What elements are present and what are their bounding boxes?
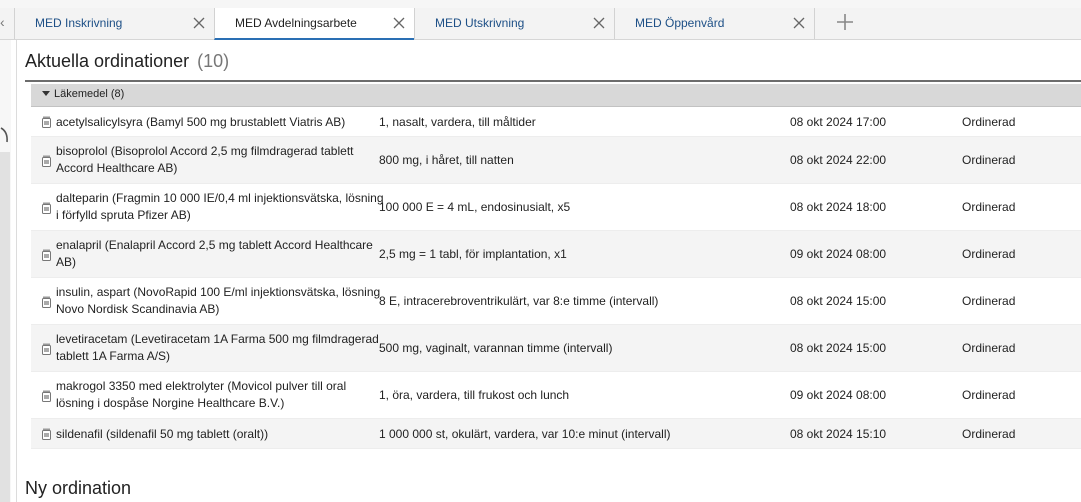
start-time: 09 okt 2024 08:00 [790, 388, 887, 402]
new-order-title: Ny ordination [25, 478, 132, 498]
medication-name: insulin, aspart (NovoRapid 100 E/ml inje… [56, 285, 381, 316]
medication-icon [41, 155, 52, 167]
table-row[interactable]: insulin, aspart (NovoRapid 100 E/ml inje… [31, 278, 1081, 325]
medication-name: dalteparin (Fragmin 10 000 IE/0,4 ml inj… [56, 191, 384, 222]
dosage: 500 mg, vaginalt, varannan timme (interv… [379, 341, 613, 355]
dosage: 100 000 E = 4 mL, endosinusialt, x5 [379, 200, 571, 214]
table-row[interactable]: makrogol 3350 med elektrolyter (Movicol … [31, 372, 1081, 419]
add-tab-button[interactable] [835, 12, 855, 32]
medication-icon [41, 116, 52, 128]
medication-icon [41, 249, 52, 261]
tab-label: MED Öppenvård [635, 16, 725, 30]
close-icon[interactable] [393, 17, 405, 29]
tab-med-oppenvard[interactable]: MED Öppenvård [614, 8, 815, 39]
table-row[interactable]: bisoprolol (Bisoprolol Accord 2,5 mg fil… [31, 137, 1081, 184]
medication-name: makrogol 3350 med elektrolyter (Movicol … [56, 379, 347, 410]
tab-label: MED Avdelningsarbete [235, 16, 357, 30]
start-time: 09 okt 2024 08:00 [790, 247, 887, 261]
collapse-handle-icon [0, 127, 8, 143]
status: Ordinerad [962, 341, 1016, 355]
collapsed-side-panel[interactable] [0, 40, 11, 502]
section-title-text: Aktuella ordinationer [25, 51, 190, 71]
dosage: 1, öra, vardera, till frukost och lunch [379, 388, 570, 402]
medication-name: bisoprolol (Bisoprolol Accord 2,5 mg fil… [56, 144, 354, 175]
start-time: 08 okt 2024 17:00 [790, 115, 887, 129]
medication-icon [41, 390, 52, 402]
section-divider [25, 80, 1081, 82]
dosage: 1 000 000 st, okulärt, vardera, var 10:e… [379, 427, 671, 441]
group-header-lakemedel[interactable]: Läkemedel (8) [31, 84, 1081, 107]
tab-med-utskrivning[interactable]: MED Utskrivning [414, 8, 614, 39]
close-icon[interactable] [193, 17, 205, 29]
status: Ordinerad [962, 153, 1016, 167]
dosage: 800 mg, i håret, till natten [379, 153, 514, 167]
close-icon[interactable] [593, 17, 605, 29]
side-panel-scroll[interactable] [0, 152, 10, 502]
medication-icon [41, 428, 52, 440]
dosage: 8 E, intracerebroventrikulärt, var 8:e t… [379, 294, 659, 308]
table-row[interactable]: sildenafil (sildenafil 50 mg tablett (or… [31, 419, 1081, 449]
start-time: 08 okt 2024 15:10 [790, 427, 887, 441]
table-row[interactable]: enalapril (Enalapril Accord 2,5 mg table… [31, 231, 1081, 278]
table-row[interactable]: levetiracetam (Levetiracetam 1A Farma 50… [31, 325, 1081, 372]
start-time: 08 okt 2024 15:00 [790, 341, 887, 355]
start-time: 08 okt 2024 15:00 [790, 294, 887, 308]
medication-name: acetylsalicylsyra (Bamyl 500 mg brustabl… [56, 115, 346, 129]
table-row[interactable]: dalteparin (Fragmin 10 000 IE/0,4 ml inj… [31, 184, 1081, 231]
tab-med-avdelningsarbete[interactable]: MED Avdelningsarbete [214, 8, 414, 40]
table-row[interactable]: acetylsalicylsyra (Bamyl 500 mg brustabl… [31, 107, 1081, 137]
chevron-left-icon: ‹ [0, 14, 5, 30]
tab-scroll-left[interactable]: ‹ [0, 8, 14, 39]
medication-list: acetylsalicylsyra (Bamyl 500 mg brustabl… [31, 107, 1081, 449]
close-icon[interactable] [793, 17, 805, 29]
group-label: Läkemedel (8) [54, 88, 125, 100]
tab-med-inskrivning[interactable]: MED Inskrivning [14, 8, 214, 39]
medication-name: sildenafil (sildenafil 50 mg tablett (or… [56, 427, 269, 441]
panel-divider [16, 40, 17, 502]
status: Ordinerad [962, 247, 1016, 261]
tab-label: MED Utskrivning [435, 16, 525, 30]
caret-down-icon[interactable] [42, 91, 50, 96]
medication-name: enalapril (Enalapril Accord 2,5 mg table… [56, 238, 373, 269]
section-count: (10) [197, 51, 230, 71]
start-time: 08 okt 2024 22:00 [790, 153, 887, 167]
section-title: Aktuella ordinationer (10) [25, 51, 229, 72]
status: Ordinerad [962, 388, 1016, 402]
status: Ordinerad [962, 115, 1016, 129]
medication-icon [41, 296, 52, 308]
medication-icon [41, 202, 52, 214]
start-time: 08 okt 2024 18:00 [790, 200, 887, 214]
medication-name: levetiracetam (Levetiracetam 1A Farma 50… [56, 332, 379, 363]
dosage: 2,5 mg = 1 tabl, för implantation, x1 [379, 247, 567, 261]
plus-icon [837, 14, 853, 30]
tab-label: MED Inskrivning [35, 16, 123, 30]
dosage: 1, nasalt, vardera, till måltider [379, 115, 536, 129]
status: Ordinerad [962, 294, 1016, 308]
medication-icon [41, 343, 52, 355]
status: Ordinerad [962, 200, 1016, 214]
status: Ordinerad [962, 427, 1016, 441]
